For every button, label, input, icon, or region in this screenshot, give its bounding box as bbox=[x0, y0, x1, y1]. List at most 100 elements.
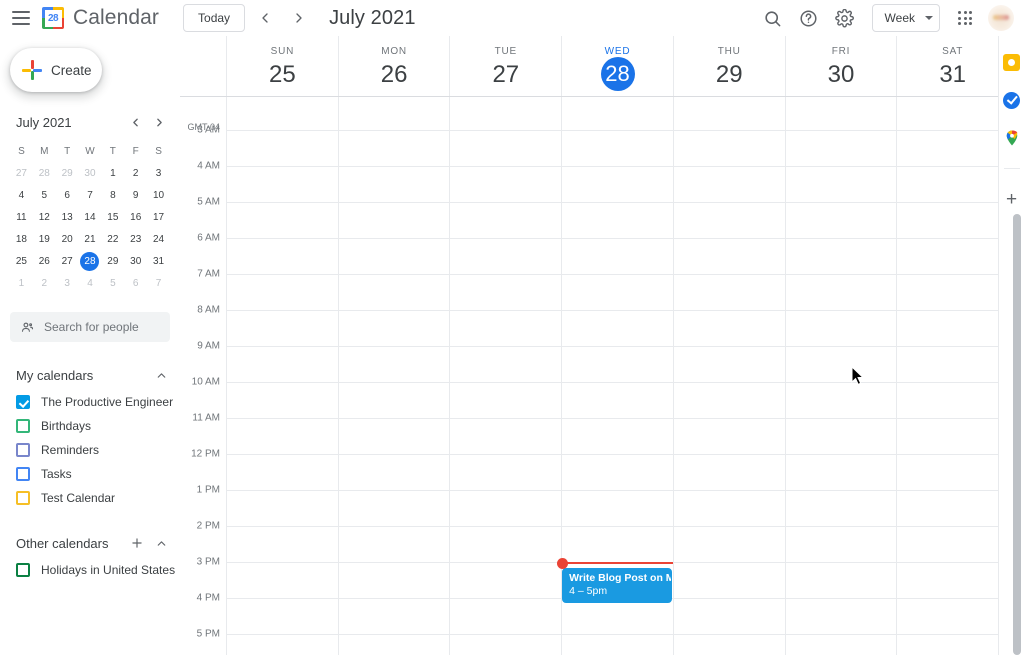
mini-calendar-day[interactable]: 20 bbox=[56, 229, 79, 250]
vertical-scrollbar[interactable] bbox=[1013, 214, 1021, 655]
day-column-sun[interactable] bbox=[226, 96, 338, 655]
mini-calendar-day[interactable]: 3 bbox=[147, 163, 170, 184]
other-calendar-item[interactable]: Holidays in United States bbox=[0, 558, 180, 582]
mini-calendar-day[interactable]: 6 bbox=[56, 185, 79, 206]
mini-calendar-day[interactable]: 2 bbox=[124, 163, 147, 184]
google-keep-button[interactable] bbox=[1002, 52, 1022, 72]
google-apps-button[interactable] bbox=[948, 1, 982, 35]
mini-calendar-day[interactable]: 16 bbox=[124, 207, 147, 228]
day-header-date[interactable]: 29 bbox=[716, 59, 743, 91]
mini-calendar-day[interactable]: 7 bbox=[79, 185, 102, 206]
mini-calendar-day[interactable]: 5 bbox=[101, 273, 124, 294]
mini-calendar-day[interactable]: 6 bbox=[124, 273, 147, 294]
mini-calendar-day[interactable]: 31 bbox=[147, 251, 170, 272]
my-calendars-header[interactable]: My calendars bbox=[0, 360, 180, 390]
mini-calendar-day[interactable]: 4 bbox=[10, 185, 33, 206]
my-calendar-checkbox[interactable] bbox=[16, 443, 30, 457]
hamburger-menu-icon[interactable] bbox=[12, 7, 34, 29]
mini-calendar-day[interactable]: 30 bbox=[79, 163, 102, 184]
my-calendar-item[interactable]: Reminders bbox=[0, 438, 180, 462]
day-column-thu[interactable] bbox=[672, 96, 785, 655]
avatar[interactable] bbox=[988, 5, 1014, 31]
search-button[interactable] bbox=[756, 1, 790, 35]
other-calendar-checkbox[interactable] bbox=[16, 563, 30, 577]
my-calendar-item[interactable]: Test Calendar bbox=[0, 486, 180, 510]
mini-calendar-day[interactable]: 19 bbox=[33, 229, 56, 250]
day-header-date[interactable]: 28 bbox=[600, 57, 635, 91]
mini-calendar-day[interactable]: 24 bbox=[147, 229, 170, 250]
my-calendar-item[interactable]: The Productive Engineer bbox=[0, 390, 180, 414]
day-header-wed[interactable]: WED 28 bbox=[561, 36, 673, 96]
day-header-date[interactable]: 27 bbox=[492, 59, 519, 91]
mini-calendar-day[interactable]: 15 bbox=[101, 207, 124, 228]
mini-calendar-day[interactable]: 17 bbox=[147, 207, 170, 228]
day-column-sat[interactable] bbox=[896, 96, 1008, 655]
settings-button[interactable] bbox=[828, 1, 862, 35]
mini-calendar-day[interactable]: 21 bbox=[79, 229, 102, 250]
mini-calendar-day[interactable]: 23 bbox=[124, 229, 147, 250]
day-header-date[interactable]: 25 bbox=[269, 59, 296, 91]
my-calendar-checkbox[interactable] bbox=[16, 419, 30, 433]
add-other-calendar-button[interactable] bbox=[126, 532, 148, 554]
mini-calendar-day[interactable]: 2 bbox=[33, 273, 56, 294]
other-calendars-header[interactable]: Other calendars bbox=[0, 528, 180, 558]
help-button[interactable] bbox=[792, 1, 826, 35]
my-calendar-checkbox[interactable] bbox=[16, 395, 30, 409]
mini-calendar-day[interactable]: 1 bbox=[10, 273, 33, 294]
day-column-fri[interactable] bbox=[784, 96, 897, 655]
mini-calendar-day[interactable]: 12 bbox=[33, 207, 56, 228]
mini-calendar-day[interactable]: 3 bbox=[56, 273, 79, 294]
day-header-date[interactable]: 31 bbox=[939, 59, 966, 91]
mini-calendar-day[interactable]: 28 bbox=[33, 163, 56, 184]
mini-calendar-day[interactable]: 10 bbox=[147, 185, 170, 206]
google-tasks-button[interactable] bbox=[1002, 90, 1022, 110]
mini-calendar-day[interactable]: 11 bbox=[10, 207, 33, 228]
today-button[interactable]: Today bbox=[183, 4, 246, 32]
day-header-fri[interactable]: FRI 30 bbox=[784, 36, 897, 96]
day-header-date[interactable]: 30 bbox=[828, 59, 855, 91]
mini-calendar-day[interactable]: 27 bbox=[10, 163, 33, 184]
calendar-logo-icon[interactable]: 28 bbox=[42, 7, 64, 29]
mini-calendar-day[interactable]: 18 bbox=[10, 229, 33, 250]
day-header-sun[interactable]: SUN 25 bbox=[226, 36, 338, 96]
mini-calendar-day[interactable]: 5 bbox=[33, 185, 56, 206]
mini-calendar-day[interactable]: 29 bbox=[56, 163, 79, 184]
my-calendar-item[interactable]: Tasks bbox=[0, 462, 180, 486]
mini-calendar-day[interactable]: 27 bbox=[56, 251, 79, 272]
mini-calendar-day[interactable]: 25 bbox=[10, 251, 33, 272]
add-side-panel-app-button[interactable]: + bbox=[1002, 189, 1022, 209]
day-header-sat[interactable]: SAT 31 bbox=[896, 36, 1008, 96]
next-period-button[interactable] bbox=[285, 4, 313, 32]
mini-calendar-prev-button[interactable] bbox=[124, 111, 146, 133]
other-calendars-collapse-button[interactable] bbox=[150, 532, 172, 554]
mini-calendar-day[interactable]: 8 bbox=[101, 185, 124, 206]
mini-calendar-day[interactable]: 26 bbox=[33, 251, 56, 272]
search-for-people-input[interactable]: Search for people bbox=[10, 312, 170, 342]
day-column-mon[interactable] bbox=[337, 96, 450, 655]
my-calendar-checkbox[interactable] bbox=[16, 491, 30, 505]
mini-calendar-day-selected[interactable]: 28 bbox=[79, 251, 102, 272]
day-header-date[interactable]: 26 bbox=[381, 59, 408, 91]
my-calendar-item[interactable]: Birthdays bbox=[0, 414, 180, 438]
mini-calendar-day[interactable]: 29 bbox=[101, 251, 124, 272]
mini-calendar-day[interactable]: 14 bbox=[79, 207, 102, 228]
view-select[interactable]: Week bbox=[871, 4, 940, 32]
google-maps-button[interactable] bbox=[1002, 128, 1022, 148]
my-calendar-checkbox[interactable] bbox=[16, 467, 30, 481]
day-header-thu[interactable]: THU 29 bbox=[672, 36, 785, 96]
mini-calendar-next-button[interactable] bbox=[148, 111, 170, 133]
mini-calendar-day[interactable]: 1 bbox=[101, 163, 124, 184]
mini-calendar-day[interactable]: 9 bbox=[124, 185, 147, 206]
mini-calendar-day[interactable]: 13 bbox=[56, 207, 79, 228]
day-header-mon[interactable]: MON 26 bbox=[337, 36, 450, 96]
calendar-event[interactable]: Write Blog Post on Medium4 – 5pm bbox=[562, 568, 672, 603]
calendar-scroll-viewport[interactable]: GMT-04 3 AM 4 AM 5 AM 6 AM 7 AM 8 AM 9 AM 10 AM… bbox=[180, 96, 1024, 655]
mini-calendar-day[interactable]: 30 bbox=[124, 251, 147, 272]
previous-period-button[interactable] bbox=[251, 4, 279, 32]
mini-calendar-day[interactable]: 4 bbox=[79, 273, 102, 294]
mini-calendar-day[interactable]: 22 bbox=[101, 229, 124, 250]
create-button[interactable]: Create bbox=[10, 48, 102, 92]
day-header-tue[interactable]: TUE 27 bbox=[449, 36, 561, 96]
mini-calendar-day[interactable]: 7 bbox=[147, 273, 170, 294]
my-calendars-collapse-button[interactable] bbox=[150, 364, 172, 386]
